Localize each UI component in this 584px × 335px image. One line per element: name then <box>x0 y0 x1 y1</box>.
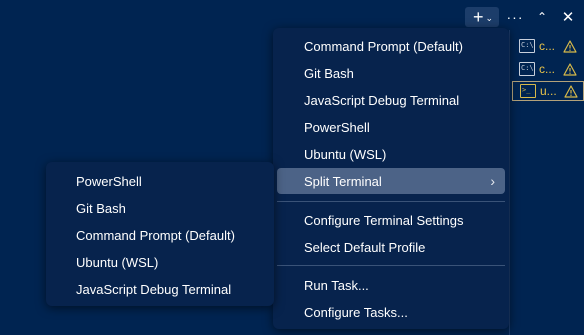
terminal-tab-label: c... <box>539 39 556 53</box>
submenu-item-ubuntu-wsl[interactable]: Ubuntu (WSL) <box>50 249 270 275</box>
menu-item-label: Git Bash <box>304 65 354 81</box>
cmd-terminal-icon: C:\ <box>519 62 535 76</box>
menu-item-run-task[interactable]: Run Task... <box>277 272 505 298</box>
chevron-up-icon: ⌃ <box>536 10 548 24</box>
menu-item-label: Ubuntu (WSL) <box>76 254 159 270</box>
submenu-item-git-bash[interactable]: Git Bash <box>50 195 270 221</box>
new-terminal-button[interactable]: + ⌄ <box>465 7 499 27</box>
terminal-tab-label: u... <box>540 84 557 98</box>
menu-item-label: Configure Tasks... <box>304 304 408 320</box>
menu-item-label: Ubuntu (WSL) <box>304 146 387 162</box>
ellipsis-icon: ··· <box>506 9 524 25</box>
split-terminal-submenu: PowerShell Git Bash Command Prompt (Defa… <box>46 162 274 306</box>
menu-item-label: Select Default Profile <box>304 239 426 255</box>
warning-icon <box>563 39 577 53</box>
submenu-item-powershell[interactable]: PowerShell <box>50 168 270 194</box>
tabs-divider <box>509 30 510 335</box>
menu-item-configure-terminal-settings[interactable]: Configure Terminal Settings <box>277 207 505 233</box>
menu-item-label: Command Prompt (Default) <box>304 38 463 54</box>
submenu-item-js-debug-terminal[interactable]: JavaScript Debug Terminal <box>50 276 270 302</box>
menu-separator <box>277 265 505 266</box>
menu-item-configure-tasks[interactable]: Configure Tasks... <box>277 299 505 325</box>
menu-item-split-terminal[interactable]: Split Terminal › <box>277 168 505 194</box>
menu-item-label: Git Bash <box>76 200 126 216</box>
chevron-down-icon[interactable]: ⌄ <box>485 13 493 24</box>
menu-item-ubuntu-wsl[interactable]: Ubuntu (WSL) <box>277 141 505 167</box>
menu-item-label: Split Terminal <box>304 173 382 189</box>
menu-item-label: PowerShell <box>304 119 370 135</box>
menu-item-select-default-profile[interactable]: Select Default Profile <box>277 234 505 260</box>
menu-item-powershell[interactable]: PowerShell <box>277 114 505 140</box>
more-actions-button[interactable]: ··· <box>505 7 525 27</box>
chevron-right-icon: › <box>490 173 495 189</box>
warning-icon <box>563 62 577 76</box>
submenu-item-command-prompt[interactable]: Command Prompt (Default) <box>50 222 270 248</box>
menu-item-js-debug-terminal[interactable]: JavaScript Debug Terminal <box>277 87 505 113</box>
plus-icon: + <box>472 7 484 27</box>
close-icon: ✕ <box>561 9 575 26</box>
menu-item-command-prompt[interactable]: Command Prompt (Default) <box>277 33 505 59</box>
menu-item-label: Configure Terminal Settings <box>304 212 464 228</box>
terminal-tab-cmd-1[interactable]: C:\ c... <box>512 36 584 56</box>
menu-item-label: JavaScript Debug Terminal <box>304 92 460 108</box>
menu-item-label: PowerShell <box>76 173 142 189</box>
terminal-tab-ubuntu[interactable]: >_ u... <box>512 81 584 101</box>
cmd-terminal-icon: C:\ <box>519 39 535 53</box>
menu-separator <box>277 201 505 202</box>
terminal-tab-label: c... <box>539 62 556 76</box>
menu-item-label: Command Prompt (Default) <box>76 227 235 243</box>
new-terminal-menu: Command Prompt (Default) Git Bash JavaSc… <box>273 28 509 329</box>
menu-item-label: Run Task... <box>304 277 369 293</box>
terminal-tab-cmd-2[interactable]: C:\ c... <box>512 59 584 79</box>
shell-terminal-icon: >_ <box>520 84 536 98</box>
maximize-panel-button[interactable]: ⌃ <box>532 7 552 27</box>
menu-item-git-bash[interactable]: Git Bash <box>277 60 505 86</box>
menu-item-label: JavaScript Debug Terminal <box>76 281 232 297</box>
warning-icon <box>564 84 578 98</box>
close-panel-button[interactable]: ✕ <box>558 7 578 27</box>
